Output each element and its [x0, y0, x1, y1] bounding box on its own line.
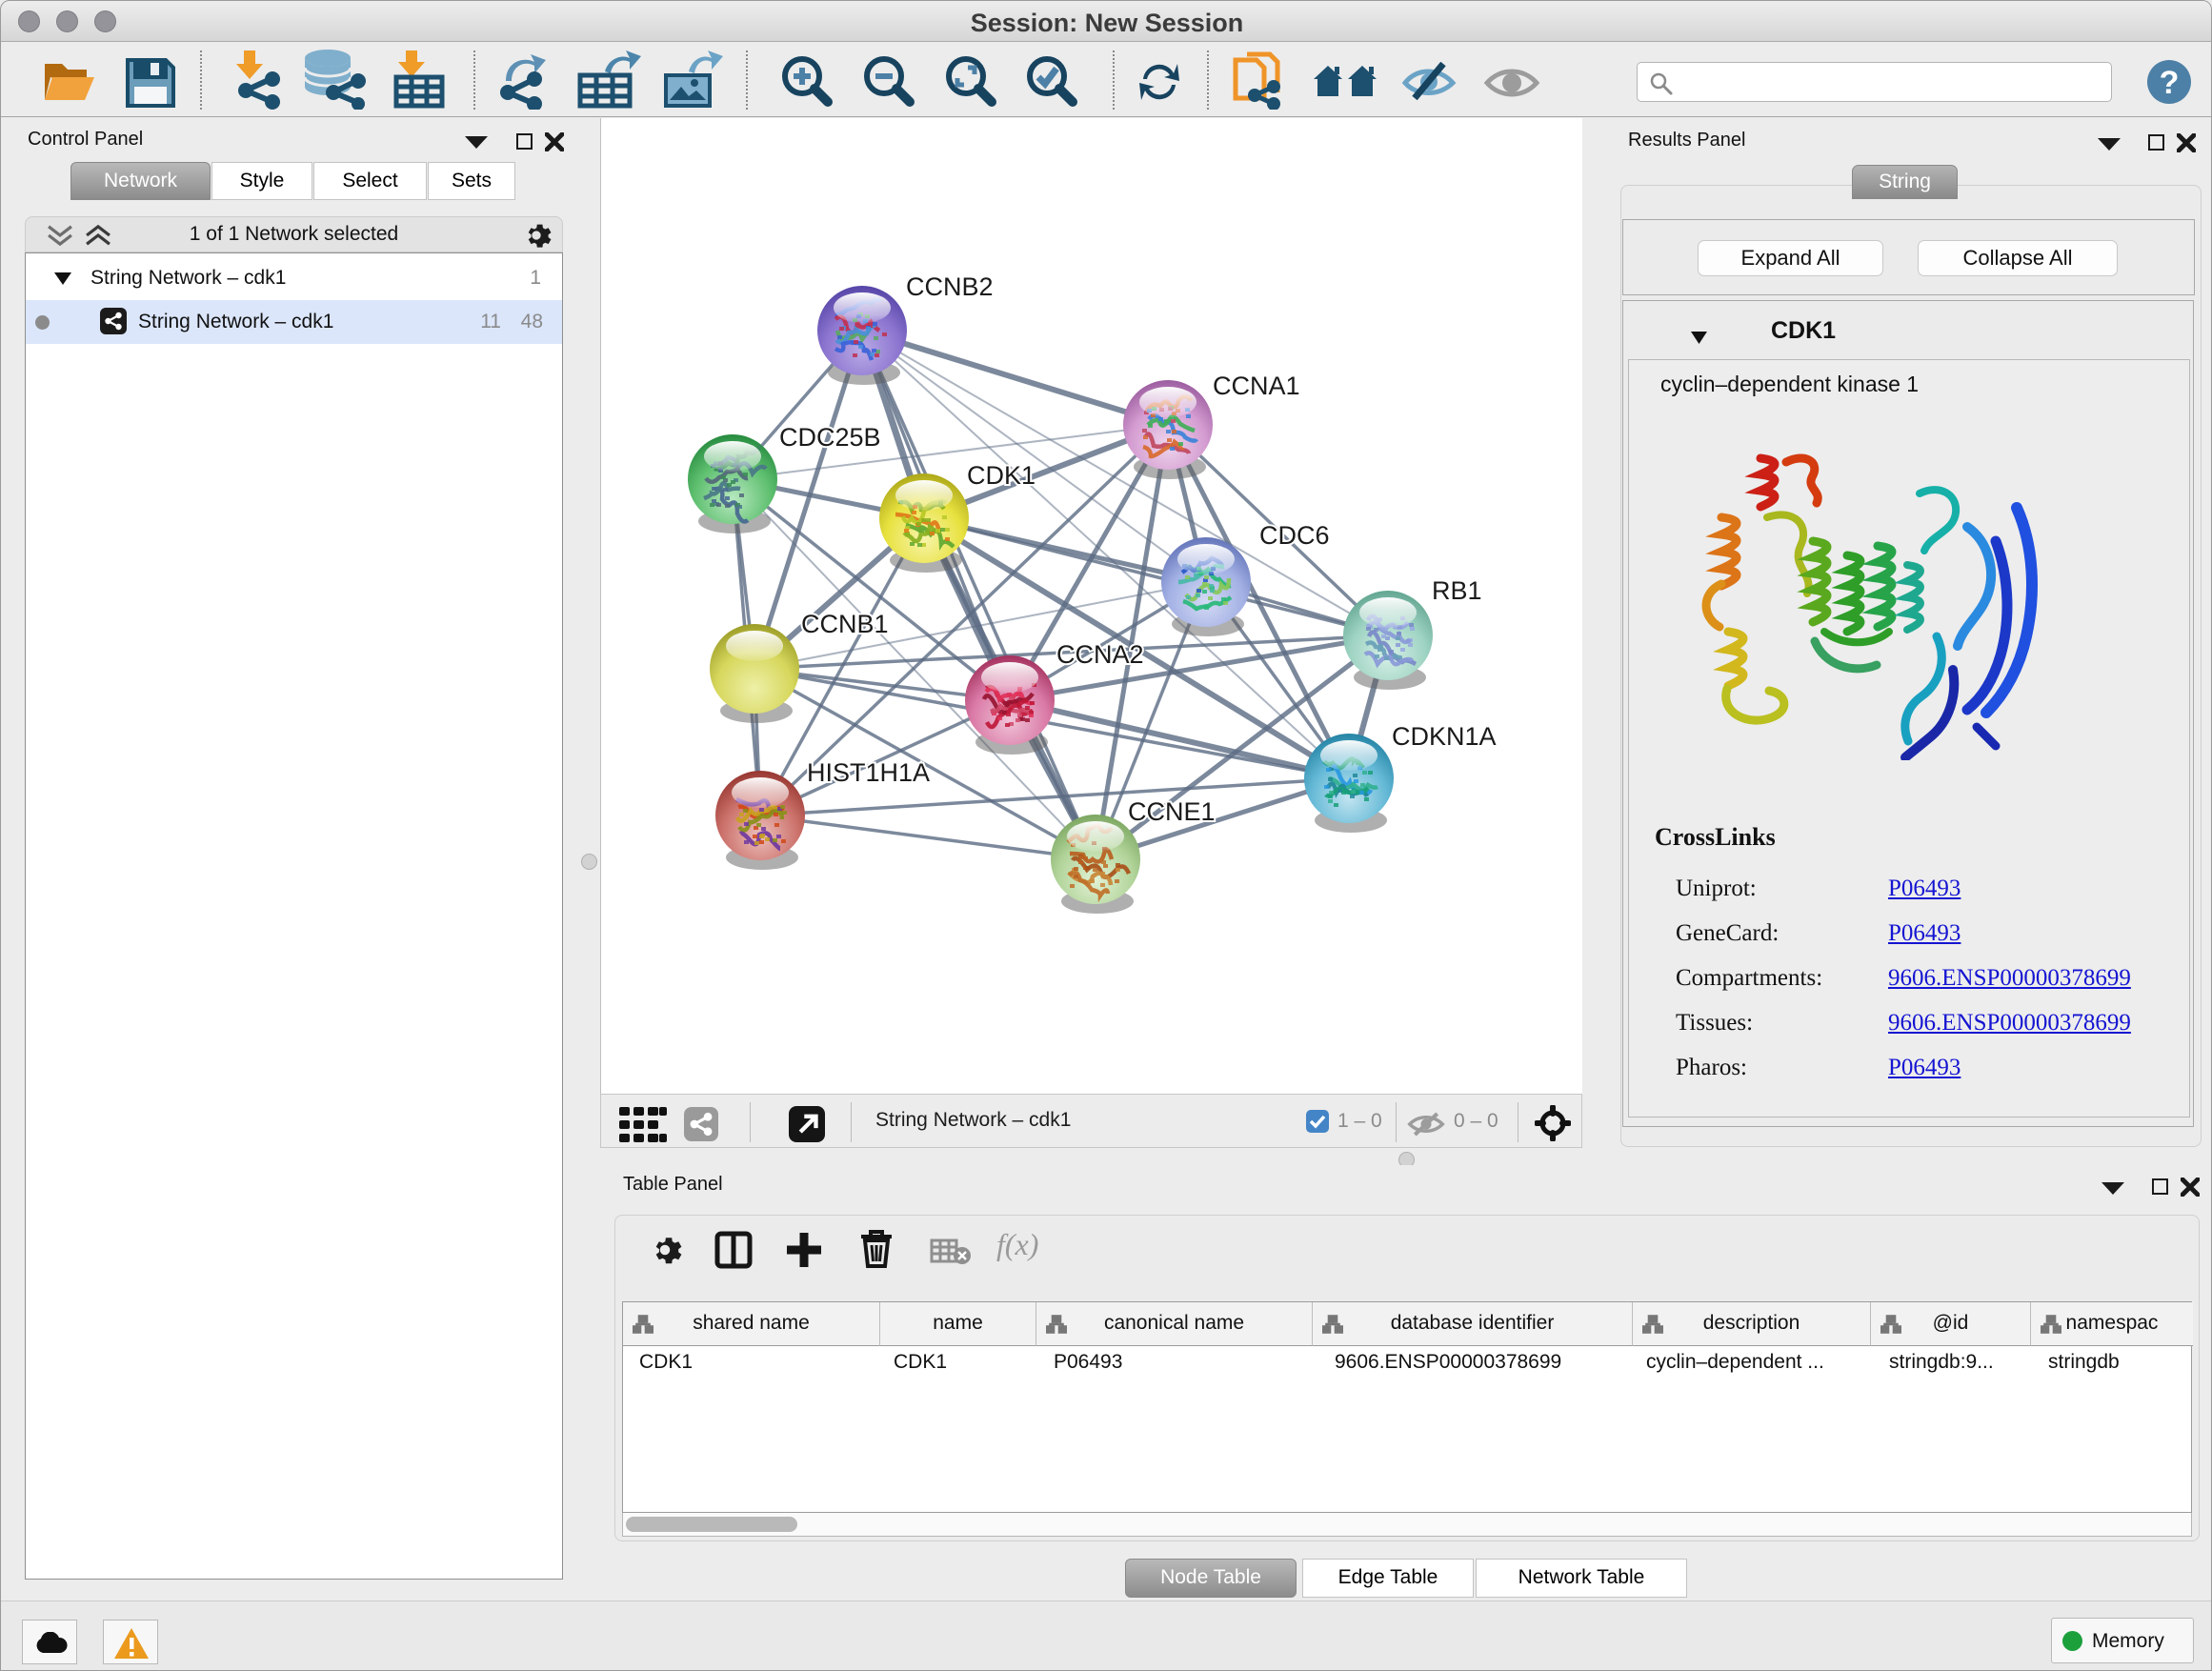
svg-text:CCNB1: CCNB1: [801, 610, 889, 638]
svg-text:?: ?: [2160, 65, 2180, 101]
svg-text:CCNA2: CCNA2: [1056, 640, 1144, 669]
svg-text:CCNA1: CCNA1: [1213, 372, 1300, 400]
svg-text:CDK1: CDK1: [967, 461, 1036, 490]
svg-text:CDC6: CDC6: [1259, 521, 1330, 550]
svg-text:CCNB2: CCNB2: [906, 272, 994, 301]
svg-text:RB1: RB1: [1432, 576, 1482, 605]
svg-text:HIST1H1A: HIST1H1A: [807, 758, 930, 787]
svg-text:CDKN1A: CDKN1A: [1392, 722, 1497, 751]
svg-text:CDC25B: CDC25B: [779, 423, 881, 452]
svg-text:CCNE1: CCNE1: [1128, 797, 1216, 826]
